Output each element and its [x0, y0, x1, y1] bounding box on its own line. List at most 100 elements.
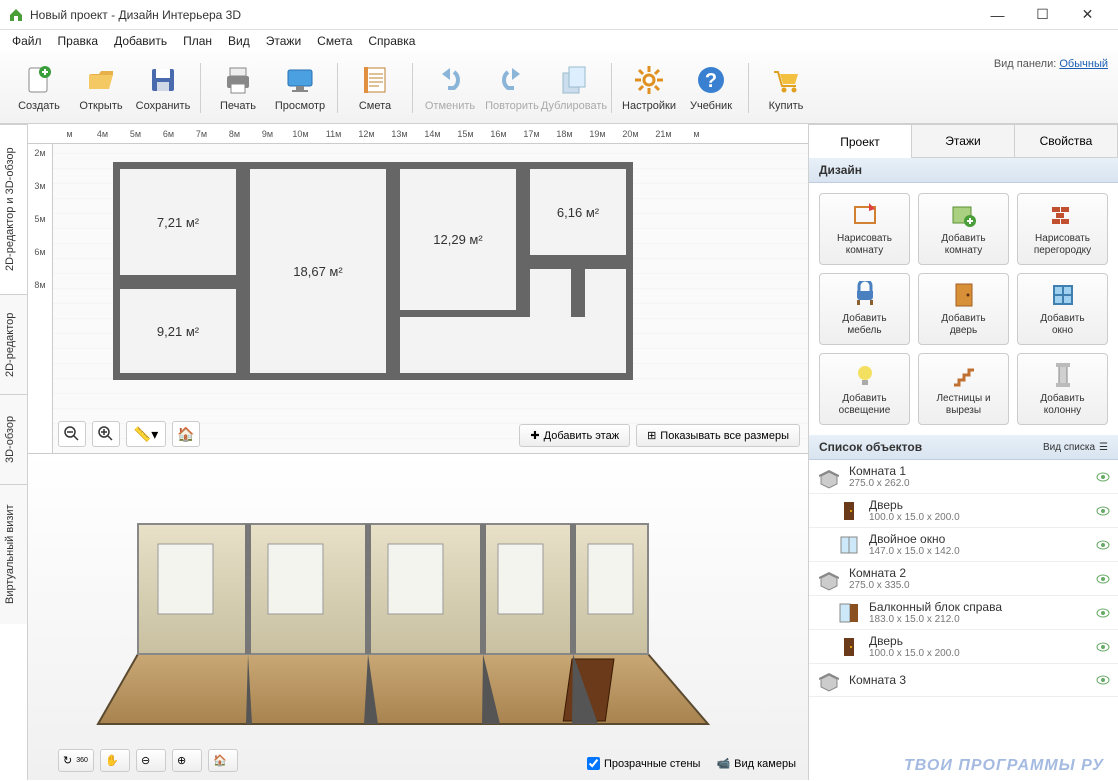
menu-edit[interactable]: Правка	[52, 32, 105, 50]
buy-icon	[770, 64, 802, 96]
visibility-icon[interactable]	[1096, 572, 1110, 586]
draw-room-button[interactable]: Нарисоватькомнату	[819, 193, 910, 265]
minimize-button[interactable]: —	[975, 1, 1020, 29]
app-logo-icon	[8, 7, 24, 23]
hallway[interactable]	[393, 317, 633, 380]
menu-add[interactable]: Добавить	[108, 32, 173, 50]
room-icon	[817, 465, 841, 489]
menu-plan[interactable]: План	[177, 32, 218, 50]
floorplan[interactable]: 7,21 м² 18,67 м² 12,29 м² 6,16 м² 9,21 м…	[113, 162, 643, 392]
duplicate-icon	[558, 64, 590, 96]
stairs-button[interactable]: Лестницы ивырезы	[918, 353, 1009, 425]
list-view-icon[interactable]: ☰	[1099, 442, 1108, 453]
side-tabs: 2D-редактор и 3D-обзор 2D-редактор 3D-об…	[0, 124, 28, 780]
3d-view[interactable]: ↻360 ✋ ⊖ ⊕ 🏠 Прозрачные стены 📹Вид камер…	[28, 454, 808, 780]
add-room-icon	[950, 201, 978, 229]
pan-button[interactable]: ✋	[100, 749, 130, 772]
show-dimensions-button[interactable]: ⊞Показывать все размеры	[636, 424, 800, 447]
object-item[interactable]: Двойное окно147.0 x 15.0 x 142.0	[809, 528, 1118, 562]
add-window-button[interactable]: Добавитьокно	[1017, 273, 1108, 345]
print-button[interactable]: Печать	[207, 57, 269, 119]
buy-button[interactable]: Купить	[755, 57, 817, 119]
side-tab-virtual[interactable]: Виртуальный визит	[0, 484, 27, 624]
menu-file[interactable]: Файл	[6, 32, 48, 50]
visibility-icon[interactable]	[1096, 470, 1110, 484]
visibility-icon[interactable]	[1096, 504, 1110, 518]
add-column-icon	[1049, 361, 1077, 389]
menu-floors[interactable]: Этажи	[260, 32, 307, 50]
add-floor-button[interactable]: ✚Добавить этаж	[519, 424, 630, 447]
menu-estimate[interactable]: Смета	[311, 32, 358, 50]
room-4[interactable]: 6,16 м²	[523, 162, 633, 262]
2d-plan-view[interactable]: 2м3м5м6м8м 7,21 м² 18,67 м² 12,29 м² 6,1…	[28, 144, 808, 454]
add-furniture-button[interactable]: Добавитьмебель	[819, 273, 910, 345]
close-button[interactable]: ✕	[1065, 1, 1110, 29]
camera-view-button[interactable]: 📹Вид камеры	[716, 757, 796, 770]
home-3d-button[interactable]: 🏠	[208, 749, 238, 772]
estimate-icon	[359, 64, 391, 96]
add-column-button[interactable]: Добавитьколонну	[1017, 353, 1108, 425]
camera-icon: 📹	[716, 757, 730, 770]
transparent-walls-checkbox[interactable]: Прозрачные стены	[587, 757, 700, 770]
tab-project[interactable]: Проект	[809, 124, 912, 158]
open-button[interactable]: Открыть	[70, 57, 132, 119]
zoom-out-button[interactable]	[58, 421, 86, 447]
side-tab-3d[interactable]: 3D-обзор	[0, 394, 27, 484]
panel-mode-link[interactable]: Обычный	[1059, 58, 1108, 70]
window-icon	[837, 533, 861, 557]
redo-icon	[496, 64, 528, 96]
tab-properties[interactable]: Свойства	[1015, 124, 1118, 158]
side-tab-2d[interactable]: 2D-редактор	[0, 294, 27, 394]
add-room-button[interactable]: Добавитькомнату	[918, 193, 1009, 265]
room-3[interactable]: 12,29 м²	[393, 162, 523, 317]
undo-button: Отменить	[419, 57, 481, 119]
manual-button[interactable]: ?Учебник	[680, 57, 742, 119]
design-section-header: Дизайн	[809, 158, 1118, 183]
tab-floors[interactable]: Этажи	[912, 124, 1015, 158]
room-1[interactable]: 7,21 м²	[113, 162, 243, 282]
home-view-button[interactable]: 🏠	[172, 421, 200, 447]
balcony-icon	[837, 601, 861, 625]
print-icon	[222, 64, 254, 96]
manual-icon: ?	[695, 64, 727, 96]
zoom-in-button[interactable]	[92, 421, 120, 447]
draw-partition-icon	[1049, 201, 1077, 229]
add-door-button[interactable]: Добавитьдверь	[918, 273, 1009, 345]
zoom-out-3d-button[interactable]: ⊖	[136, 749, 166, 772]
add-window-icon	[1049, 281, 1077, 309]
rotate-360-button[interactable]: ↻360	[58, 749, 94, 772]
svg-text:?: ?	[705, 70, 717, 92]
visibility-icon[interactable]	[1096, 640, 1110, 654]
measure-button[interactable]: 📏▾	[126, 421, 166, 447]
main-toolbar: СоздатьОткрытьСохранитьПечатьПросмотрСме…	[0, 52, 1118, 124]
estimate-button[interactable]: Смета	[344, 57, 406, 119]
visibility-icon[interactable]	[1096, 673, 1110, 687]
visibility-icon[interactable]	[1096, 606, 1110, 620]
settings-button[interactable]: Настройки	[618, 57, 680, 119]
draw-partition-button[interactable]: Нарисоватьперегородку	[1017, 193, 1108, 265]
save-button[interactable]: Сохранить	[132, 57, 194, 119]
visibility-icon[interactable]	[1096, 538, 1110, 552]
undo-icon	[434, 64, 466, 96]
redo-button: Повторить	[481, 57, 543, 119]
menu-help[interactable]: Справка	[362, 32, 421, 50]
object-item[interactable]: Балконный блок справа183.0 x 15.0 x 212.…	[809, 596, 1118, 630]
side-tab-2d3d[interactable]: 2D-редактор и 3D-обзор	[0, 124, 27, 294]
maximize-button[interactable]: ☐	[1020, 1, 1065, 29]
ruler-vertical: 2м3м5м6м8м	[28, 144, 53, 453]
object-item[interactable]: Комната 2275.0 x 335.0	[809, 562, 1118, 596]
object-item[interactable]: Дверь100.0 x 15.0 x 200.0	[809, 630, 1118, 664]
new-button[interactable]: Создать	[8, 57, 70, 119]
room-2[interactable]: 18,67 м²	[243, 162, 393, 380]
preview-button[interactable]: Просмотр	[269, 57, 331, 119]
open-icon	[85, 64, 117, 96]
menubar: Файл Правка Добавить План Вид Этажи Смет…	[0, 30, 1118, 52]
menu-view[interactable]: Вид	[222, 32, 256, 50]
room-icon	[817, 668, 841, 692]
object-item[interactable]: Комната 3	[809, 664, 1118, 697]
object-item[interactable]: Дверь100.0 x 15.0 x 200.0	[809, 494, 1118, 528]
add-light-button[interactable]: Добавитьосвещение	[819, 353, 910, 425]
object-item[interactable]: Комната 1275.0 x 262.0	[809, 460, 1118, 494]
zoom-in-3d-button[interactable]: ⊕	[172, 749, 202, 772]
room-5[interactable]: 9,21 м²	[113, 282, 243, 380]
